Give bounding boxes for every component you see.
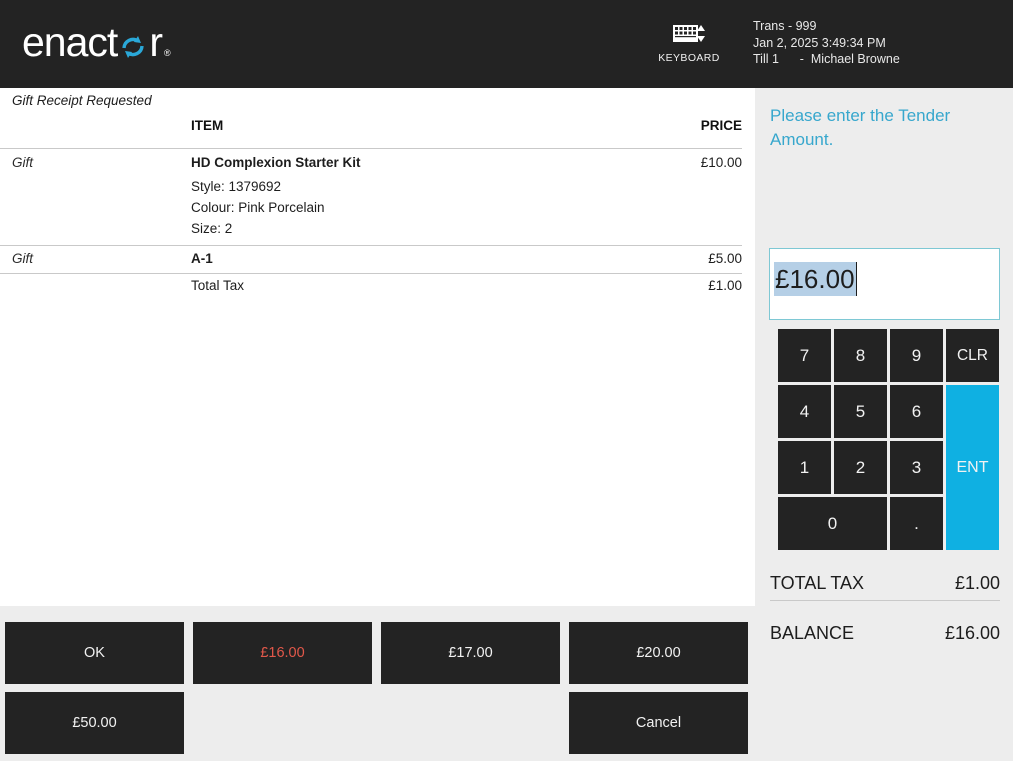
line-detail: Colour: Pink Porcelain [0,200,750,221]
key-7[interactable]: 7 [778,329,831,382]
tender-20-button[interactable]: £20.00 [569,622,748,684]
logo-trademark: ® [163,48,171,58]
line-detail: Style: 1379692 [0,179,750,200]
row-divider [0,273,742,274]
logo-text-post: r [149,19,163,65]
column-header-price: PRICE [700,118,742,133]
key-8[interactable]: 8 [834,329,887,382]
key-decimal[interactable]: . [890,497,943,550]
total-tax-summary-value: £1.00 [954,572,1000,593]
keyboard-button-label: KEYBOARD [658,52,720,64]
key-clear[interactable]: CLR [946,329,999,382]
tender-17-button[interactable]: £17.00 [381,622,560,684]
key-enter[interactable]: ENT [946,385,999,550]
empty-slot [193,692,372,754]
key-3[interactable]: 3 [890,441,943,494]
total-tax-label: Total Tax [191,278,245,293]
enactor-logo: enact r ® [22,19,171,65]
line-item-name: A-1 [191,251,213,266]
line-detail-size: Size: 2 [191,221,233,236]
cancel-button[interactable]: Cancel [569,692,748,754]
tender-amount-inner: £16.00 [774,262,858,296]
header-divider [0,148,742,149]
totals-spacer [770,601,1000,616]
empty-slot [381,692,560,754]
balance-label: BALANCE [770,622,855,643]
line-detail: Size: 2 [0,221,750,245]
logo-cycle-icon [118,26,148,58]
tender-50-button[interactable]: £50.00 [5,692,184,754]
key-5[interactable]: 5 [834,385,887,438]
total-tax-value: £1.00 [708,278,742,293]
tender-16-button[interactable]: £16.00 [193,622,372,684]
receipt-table: ITEM PRICE Gift HD Complexion Starter Ki… [0,118,750,300]
line-detail-colour: Colour: Pink Porcelain [191,200,325,215]
app-header: enact r ® KEYBOARD Trans - 999 Jan 2, 20… [0,0,1013,88]
line-item-name: HD Complexion Starter Kit [191,155,361,170]
pos-application: enact r ® KEYBOARD Trans - 999 Jan 2, 20… [0,0,1013,761]
keyboard-button[interactable]: KEYBOARD [657,20,721,64]
line-item-price: £5.00 [708,251,742,266]
till-operator: Till 1 - Michael Browne [753,52,900,66]
numeric-keypad: 7 8 9 CLR 4 5 6 ENT 1 2 3 0 . [778,329,999,551]
total-tax-row: Total Tax £1.00 [0,278,750,300]
tender-prompt: Please enter the Tender Amount. [770,106,951,149]
key-9[interactable]: 9 [890,329,943,382]
key-2[interactable]: 2 [834,441,887,494]
total-tax-summary: TOTAL TAX £1.00 [770,566,1000,600]
keyboard-icon [657,20,721,48]
receipt-panel: Gift Receipt Requested ITEM PRICE Gift H… [0,88,750,606]
line-item-price: £10.00 [700,155,742,170]
logo-text-pre: enact [22,19,118,65]
table-row[interactable]: Gift A-1 £5.00 [0,251,750,273]
row-divider [0,245,742,246]
action-bar: OK £16.00 £17.00 £20.00 £50.00 Cancel [0,606,755,761]
transaction-datetime: Jan 2, 2025 3:49:34 PM [753,35,886,50]
transaction-info: Trans - 999 Jan 2, 2025 3:49:34 PM Till … [753,18,900,68]
column-header-item: ITEM [191,118,224,133]
line-gift-flag: Gift [12,251,34,266]
key-6[interactable]: 6 [890,385,943,438]
text-cursor [855,262,858,296]
balance-value: £16.00 [944,622,1000,643]
tender-amount-input[interactable]: £16.00 [769,248,1000,320]
balance-summary: BALANCE £16.00 [770,616,1000,650]
receipt-header-row: ITEM PRICE [0,118,750,148]
tender-panel: Please enter the Tender Amount. £16.00 7… [755,88,1013,761]
total-tax-summary-label: TOTAL TAX [770,572,865,593]
key-1[interactable]: 1 [778,441,831,494]
key-4[interactable]: 4 [778,385,831,438]
action-button-grid: OK £16.00 £17.00 £20.00 £50.00 Cancel [5,622,748,754]
ok-button[interactable]: OK [5,622,184,684]
gift-receipt-note: Gift Receipt Requested [12,93,152,108]
totals-section: TOTAL TAX £1.00 BALANCE £16.00 [770,566,1000,650]
transaction-number: Trans - 999 [753,19,817,33]
line-gift-flag: Gift [12,155,34,170]
table-row[interactable]: Gift HD Complexion Starter Kit £10.00 [0,155,750,179]
tender-amount-value: £16.00 [774,262,856,296]
line-detail-style: Style: 1379692 [191,179,282,194]
key-0[interactable]: 0 [778,497,887,550]
